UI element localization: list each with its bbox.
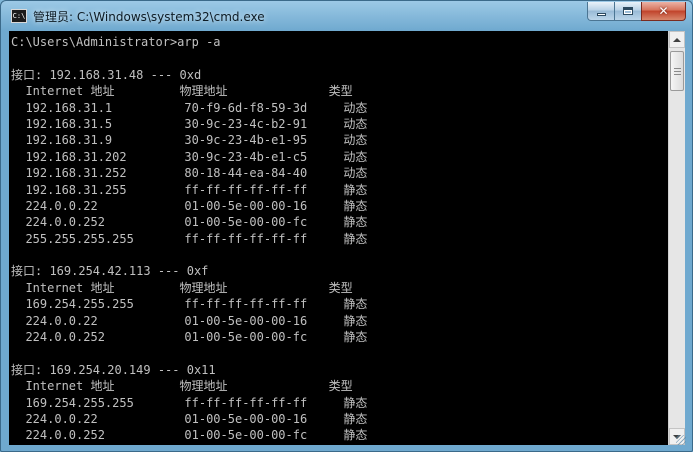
- scroll-up-button[interactable]: [669, 31, 685, 48]
- console-line: Internet 地址 物理地址 类型: [11, 84, 353, 99]
- console-line: 224.0.0.22 01-00-5e-00-00-16 静态: [11, 411, 368, 426]
- console-text: C:\Users\Administrator>arp -a 接口: 192.168…: [11, 34, 367, 444]
- minimize-icon: [596, 12, 606, 16]
- window-title: 管理员: C:\Windows\system32\cmd.exe: [33, 10, 265, 24]
- grip-line-icon: [674, 68, 681, 69]
- console-line: Internet 地址 物理地址 类型: [11, 379, 353, 394]
- console-line: 192.168.31.9 30-9c-23-4b-e1-95 动态: [11, 133, 368, 148]
- scroll-thumb[interactable]: [670, 51, 684, 91]
- caption-buttons: ✕: [587, 2, 686, 21]
- console-line: 255.255.255.255 ff-ff-ff-ff-ff-ff 静态: [11, 231, 368, 246]
- console-line: 224.0.0.22 01-00-5e-00-00-16 静态: [11, 198, 368, 213]
- console-line: 192.168.31.202 30-9c-23-4b-e1-c5 动态: [11, 149, 368, 164]
- console-line: 192.168.31.255 ff-ff-ff-ff-ff-ff 静态: [11, 182, 368, 197]
- console-line: 169.254.255.255 ff-ff-ff-ff-ff-ff 静态: [11, 395, 368, 410]
- console-line: 169.254.255.255 ff-ff-ff-ff-ff-ff 静态: [11, 297, 368, 312]
- console-line: 224.0.0.252 01-00-5e-00-00-fc 静态: [11, 428, 368, 443]
- console-line: 224.0.0.252 01-00-5e-00-00-fc 静态: [11, 215, 368, 230]
- arrow-up-icon: [673, 37, 681, 42]
- cmd-window: C:\ 管理员: C:\Windows\system32\cmd.exe ✕ C…: [0, 0, 693, 452]
- console-output[interactable]: C:\Users\Administrator>arp -a 接口: 192.168…: [9, 31, 668, 445]
- console-line: C:\Users\Administrator>arp -a: [11, 35, 221, 49]
- console-line: 接口: 169.254.20.149 --- 0x11: [11, 362, 216, 377]
- console-line: 224.0.0.252 01-00-5e-00-00-fc 静态: [11, 330, 368, 345]
- console-icon[interactable]: C:\: [11, 9, 27, 23]
- vertical-scrollbar[interactable]: [668, 31, 685, 445]
- resize-grip-icon[interactable]: [676, 435, 686, 445]
- console-line: 192.168.31.1 70-f9-6d-f8-59-3d 动态: [11, 100, 368, 115]
- console-line: 192.168.31.5 30-9c-23-4c-b2-91 动态: [11, 116, 368, 131]
- grip-line-icon: [674, 74, 681, 75]
- console-line: 接口: 192.168.31.48 --- 0xd: [11, 67, 202, 82]
- close-button[interactable]: ✕: [641, 2, 686, 21]
- close-icon: ✕: [658, 4, 669, 18]
- title-bar[interactable]: C:\ 管理员: C:\Windows\system32\cmd.exe ✕: [1, 1, 692, 31]
- console-line: 192.168.31.252 80-18-44-ea-84-40 动态: [11, 166, 368, 181]
- maximize-button[interactable]: [614, 2, 641, 21]
- minimize-button[interactable]: [587, 2, 614, 21]
- maximize-icon: [623, 7, 633, 15]
- console-line: 接口: 169.254.42.113 --- 0xf: [11, 264, 209, 279]
- console-line: Internet 地址 物理地址 类型: [11, 280, 353, 295]
- console-line: 224.0.0.22 01-00-5e-00-00-16 静态: [11, 313, 368, 328]
- grip-line-icon: [674, 71, 681, 72]
